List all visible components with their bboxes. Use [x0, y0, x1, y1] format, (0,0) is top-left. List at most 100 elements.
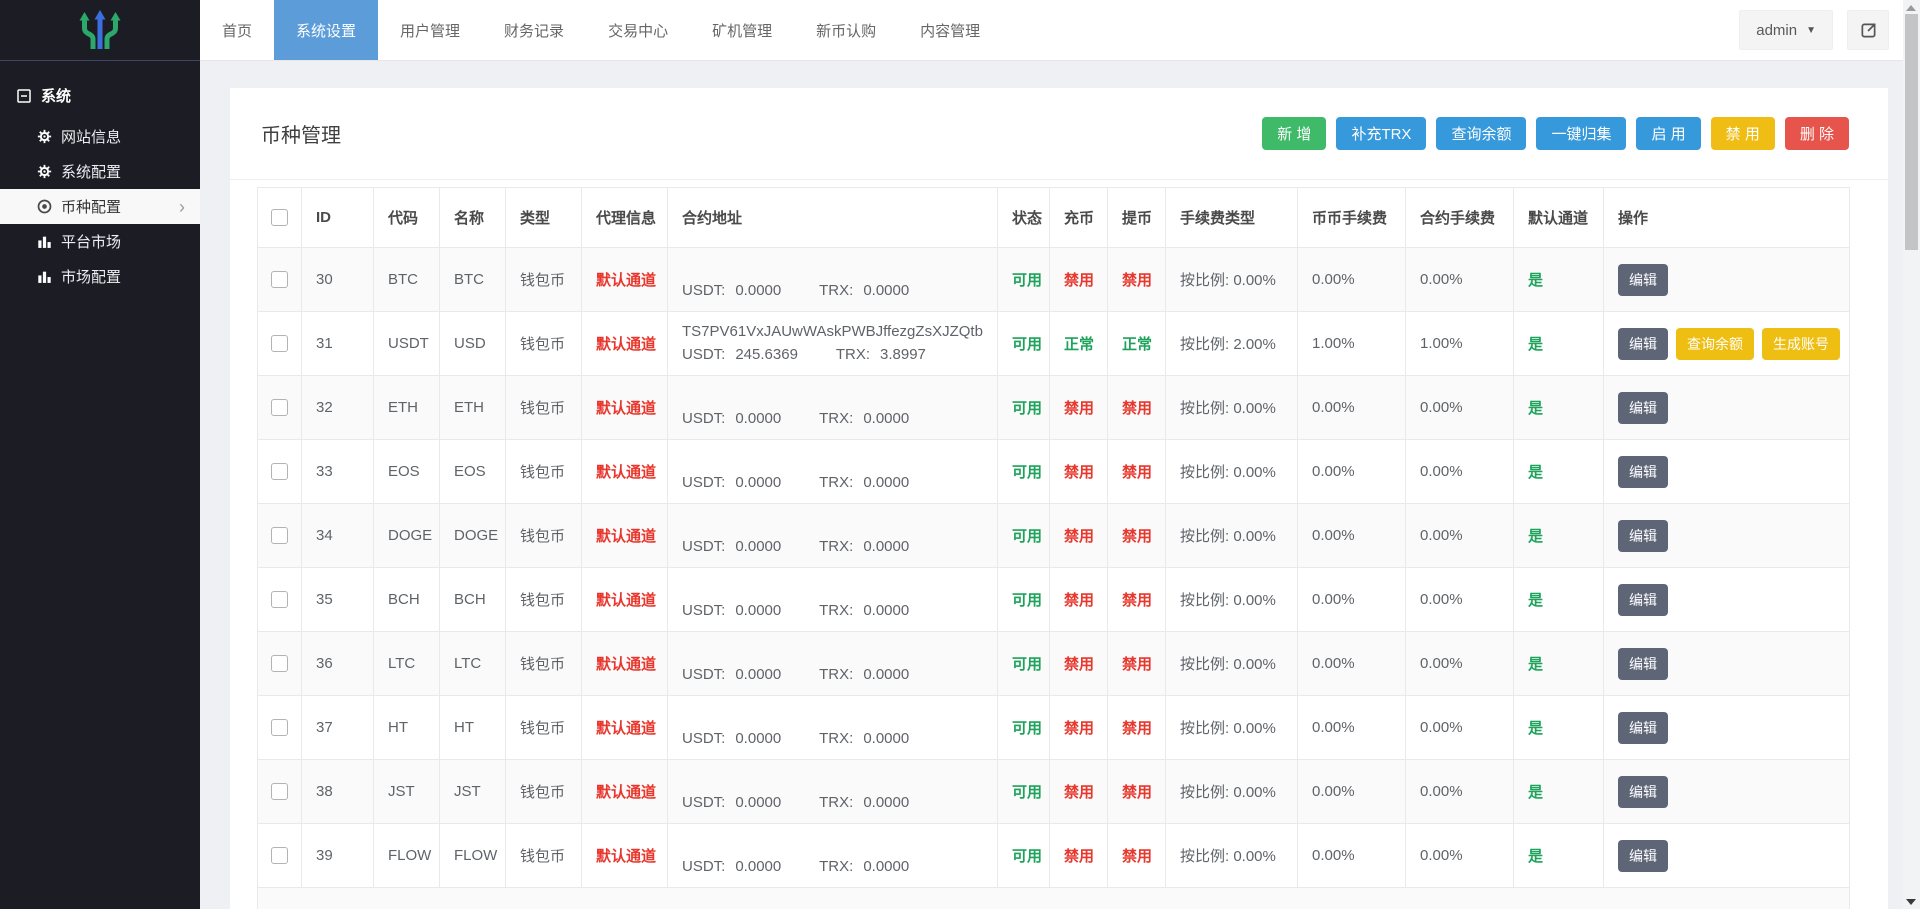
nav-tab[interactable]: 首页 [200, 0, 274, 60]
nav-tab[interactable]: 系统设置 [274, 0, 378, 60]
vertical-scrollbar [1903, 0, 1920, 909]
column-header: ID [302, 188, 374, 248]
withdraw-cell: 禁用 [1108, 696, 1166, 760]
box-minus-icon [17, 89, 31, 103]
row-checkbox[interactable] [271, 783, 288, 800]
code-cell: BCH [374, 568, 440, 632]
code-cell: EOS [374, 440, 440, 504]
contract-cell: USDT:0.0000 TRX:0.0000 [668, 440, 998, 504]
content: 币种管理 新 增 补充TRX 查询余额 一键归集 启 用 禁 用 [200, 61, 1903, 909]
chevron-right-icon: › [179, 198, 185, 216]
nav-tab[interactable]: 用户管理 [378, 0, 482, 60]
status-cell: 可用 [998, 376, 1050, 440]
usdt-balance: 0.0000 [735, 858, 781, 875]
select-all-checkbox[interactable] [271, 209, 288, 226]
scrollbar-thumb[interactable] [1905, 14, 1918, 250]
coin-fee-cell: 1.00% [1298, 312, 1406, 376]
row-action-button[interactable]: 编辑 [1618, 264, 1668, 296]
code-cell: USDT [374, 312, 440, 376]
nav-tab[interactable]: 交易中心 [586, 0, 690, 60]
row-action-button[interactable]: 编辑 [1618, 456, 1668, 488]
toolbar-button[interactable]: 补充TRX [1336, 117, 1426, 150]
nav-tab[interactable]: 内容管理 [898, 0, 1002, 60]
scroll-down-arrow-icon[interactable] [1906, 899, 1916, 905]
type-cell: 钱包币 [506, 760, 582, 824]
contract-cell: TS7PV61VxJAUwWAskPWBJffezgZsXJZQtb USDT:… [668, 312, 998, 376]
row-action-button[interactable]: 编辑 [1618, 392, 1668, 424]
usdt-balance: 0.0000 [735, 602, 781, 619]
nav-tab[interactable]: 新币认购 [794, 0, 898, 60]
row-checkbox[interactable] [271, 335, 288, 352]
row-action-button[interactable]: 查询余额 [1676, 328, 1754, 360]
toolbar-button[interactable]: 禁 用 [1711, 117, 1775, 150]
deposit-cell: 禁用 [1050, 248, 1108, 312]
row-action-button[interactable]: 编辑 [1618, 328, 1668, 360]
deposit-cell: 禁用 [1050, 440, 1108, 504]
row-action-button[interactable]: 编辑 [1618, 520, 1668, 552]
contract-address [682, 258, 997, 278]
contract-address [682, 386, 997, 406]
table-row: 31 USDT USD 钱包币 默认通道 TS7PV61VxJAUwWAskPW… [258, 312, 1850, 376]
scroll-up-arrow-icon[interactable] [1906, 5, 1916, 11]
sidebar: 系统 网站信息 › 系统配置 › 币种配置 › 平台市场 [0, 0, 200, 909]
row-checkbox[interactable] [271, 847, 288, 864]
row-checkbox[interactable] [271, 271, 288, 288]
usdt-label: USDT: [682, 794, 725, 811]
row-checkbox[interactable] [271, 591, 288, 608]
type-cell: 钱包币 [506, 504, 582, 568]
row-checkbox[interactable] [271, 655, 288, 672]
nav-tab[interactable]: 财务记录 [482, 0, 586, 60]
row-checkbox[interactable] [271, 719, 288, 736]
toolbar-button[interactable]: 一键归集 [1536, 117, 1626, 150]
trx-label: TRX: [819, 730, 853, 747]
row-checkbox[interactable] [271, 527, 288, 544]
row-checkbox[interactable] [271, 399, 288, 416]
fee-type-cell: 按比例: 0.00% [1166, 440, 1298, 504]
usdt-label: USDT: [682, 410, 725, 427]
agent-cell: 默认通道 [582, 760, 668, 824]
contract-address [682, 642, 997, 662]
default-channel-cell: 是 [1514, 440, 1604, 504]
row-action-button[interactable]: 编辑 [1618, 776, 1668, 808]
usdt-label: USDT: [682, 858, 725, 875]
trx-label: TRX: [836, 346, 870, 363]
sidebar-section-system[interactable]: 系统 [0, 61, 200, 119]
default-channel-cell: 是 [1514, 504, 1604, 568]
row-action-button[interactable]: 编辑 [1618, 712, 1668, 744]
nav-tab[interactable]: 矿机管理 [690, 0, 794, 60]
sidebar-item[interactable]: 市场配置 › [0, 259, 200, 294]
row-action-button[interactable]: 编辑 [1618, 584, 1668, 616]
trx-balance: 0.0000 [863, 666, 909, 683]
logout-button[interactable] [1847, 10, 1889, 50]
agent-cell: 默认通道 [582, 376, 668, 440]
sidebar-item[interactable]: 币种配置 › [0, 189, 200, 224]
toolbar-button[interactable]: 启 用 [1636, 117, 1700, 150]
row-checkbox[interactable] [271, 463, 288, 480]
toolbar-button[interactable]: 新 增 [1262, 117, 1326, 150]
sidebar-item[interactable]: 系统配置 › [0, 154, 200, 189]
table-row: 39 FLOW FLOW 钱包币 默认通道 USDT:0.0000 TRX:0.… [258, 824, 1850, 888]
row-action-button[interactable]: 编辑 [1618, 648, 1668, 680]
balance-line: USDT:0.0000 TRX:0.0000 [682, 537, 997, 557]
balance-line: USDT:0.0000 TRX:0.0000 [682, 281, 997, 301]
type-cell: 钱包币 [506, 568, 582, 632]
balance-line: USDT:0.0000 TRX:0.0000 [682, 601, 997, 621]
contract-address [682, 578, 997, 598]
contract-cell: USDT:0.0000 TRX:0.0000 [668, 824, 998, 888]
withdraw-cell: 禁用 [1108, 760, 1166, 824]
coin-fee-cell: 0.00% [1298, 760, 1406, 824]
user-menu-button[interactable]: admin ▼ [1739, 10, 1833, 50]
trx-label: TRX: [819, 282, 853, 299]
row-action-button[interactable]: 生成账号 [1762, 328, 1840, 360]
withdraw-cell: 禁用 [1108, 568, 1166, 632]
sidebar-item[interactable]: 平台市场 › [0, 224, 200, 259]
card: 币种管理 新 增 补充TRX 查询余额 一键归集 启 用 禁 用 [230, 88, 1888, 909]
type-cell: 钱包币 [506, 248, 582, 312]
sidebar-item[interactable]: 网站信息 › [0, 119, 200, 154]
contract-cell: USDT:0.0000 TRX:0.0000 [668, 568, 998, 632]
row-action-button[interactable]: 编辑 [1618, 840, 1668, 872]
id-cell: 31 [302, 312, 374, 376]
toolbar-button[interactable]: 查询余额 [1436, 117, 1526, 150]
usdt-balance: 0.0000 [735, 538, 781, 555]
toolbar-button[interactable]: 删 除 [1785, 117, 1849, 150]
